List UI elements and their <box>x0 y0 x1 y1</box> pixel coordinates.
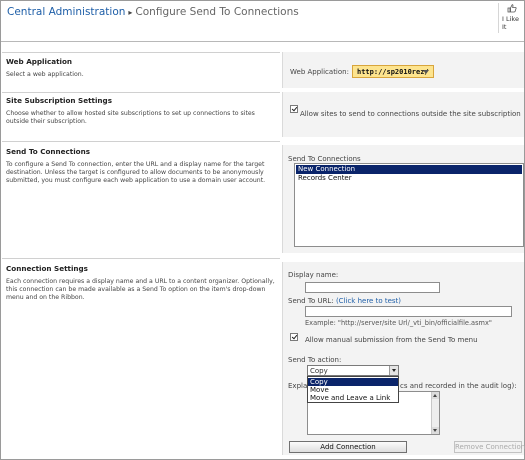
section-title: Web Application <box>6 57 73 66</box>
page-title: Configure Send To Connections <box>135 6 299 18</box>
section-description: Select a web application. <box>6 71 84 78</box>
i-like-it-label: I Like It <box>502 15 519 31</box>
remove-connection-button[interactable]: Remove Connection <box>454 441 525 453</box>
send-to-url-input[interactable] <box>305 306 512 317</box>
send-to-action-value: Copy <box>310 367 328 375</box>
explanation-label-left: Expla <box>288 382 308 390</box>
section-divider <box>2 52 280 53</box>
textarea-scrollbar[interactable] <box>431 392 439 434</box>
section-description: Each connection requires a display name … <box>6 278 275 301</box>
send-to-connections-label: Send To Connections <box>288 155 361 163</box>
allow-manual-submission-label: Allow manual submission from the Send To… <box>305 336 478 344</box>
test-url-link[interactable]: (Click here to test) <box>336 297 401 305</box>
web-application-value: http://sp2010rez/ <box>357 68 429 76</box>
send-to-connections-section: Send To Connections To configure a Send … <box>6 147 276 185</box>
send-to-action-label: Send To action: <box>288 356 342 364</box>
connection-settings-section: Connection Settings Each connection requ… <box>6 264 276 302</box>
dropdown-arrow-icon <box>423 70 429 74</box>
allow-manual-submission-checkbox[interactable] <box>290 333 298 341</box>
send-to-action-select[interactable]: Copy <box>307 365 399 376</box>
page-header: Central Administration ▸ Configure Send To… <box>1 1 524 37</box>
explanation-label-right: cs and recorded in the audit log): <box>400 382 517 390</box>
web-application-selector[interactable]: http://sp2010rez/ <box>352 65 434 78</box>
allow-outside-subscription-checkbox[interactable] <box>290 105 298 113</box>
web-application-section: Web Application Select a web application… <box>6 57 276 79</box>
section-title: Site Subscription Settings <box>6 96 112 105</box>
section-description: To configure a Send To connection, enter… <box>6 161 266 184</box>
site-subscription-section: Site Subscription Settings Choose whethe… <box>6 96 276 126</box>
send-to-action-dropdown-list[interactable]: Copy Move Move and Leave a Link <box>307 376 399 403</box>
scroll-down-arrow-icon[interactable] <box>432 427 439 434</box>
breadcrumb-site-link[interactable]: Central Administration <box>7 6 125 18</box>
display-name-label: Display name: <box>288 271 339 279</box>
header-divider <box>1 41 524 42</box>
dropdown-arrow-icon[interactable] <box>389 366 398 375</box>
display-name-input[interactable] <box>305 282 440 293</box>
dropdown-option[interactable]: Move and Leave a Link <box>308 394 398 402</box>
send-to-connections-listbox[interactable]: New Connection Records Center <box>294 163 524 247</box>
url-example-text: Example: "http://server/site Url/_vti_bi… <box>305 319 492 327</box>
list-item[interactable]: New Connection <box>296 165 522 174</box>
send-to-url-label-row: Send To URL: (Click here to test) <box>288 297 401 305</box>
section-divider <box>2 258 280 259</box>
allow-outside-subscription-label: Allow sites to send to connections outsi… <box>300 110 521 118</box>
dropdown-option[interactable]: Move <box>308 386 398 394</box>
web-application-label: Web Application: <box>290 68 349 76</box>
section-divider <box>2 92 280 93</box>
section-description: Choose whether to allow hosted site subs… <box>6 110 255 125</box>
dropdown-option[interactable]: Copy <box>308 378 398 386</box>
list-item[interactable]: Records Center <box>296 174 522 183</box>
breadcrumb: Central Administration ▸ Configure Send To… <box>7 6 299 18</box>
i-like-it-button[interactable]: I Like It <box>498 3 520 33</box>
section-divider <box>2 141 280 142</box>
add-connection-button[interactable]: Add Connection <box>289 441 407 453</box>
breadcrumb-separator: ▸ <box>128 8 133 17</box>
thumbs-up-icon <box>507 4 517 13</box>
section-title: Send To Connections <box>6 147 91 156</box>
send-to-url-label: Send To URL: <box>288 297 334 305</box>
section-title: Connection Settings <box>6 264 88 273</box>
scroll-up-arrow-icon[interactable] <box>432 392 439 399</box>
